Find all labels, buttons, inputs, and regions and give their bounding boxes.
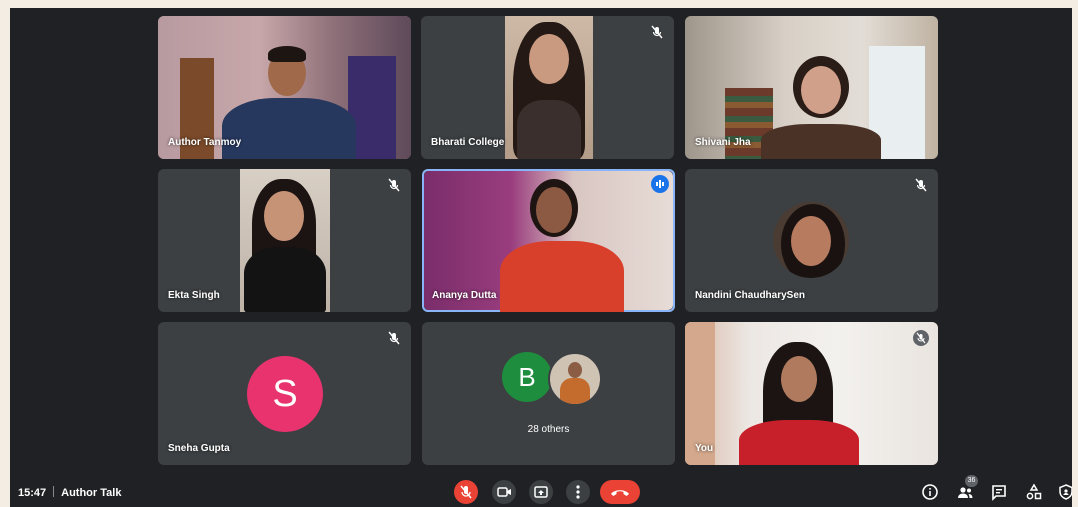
participant-name: Nandini ChaudharySen [695, 290, 806, 301]
participant-name: Ananya Dutta [432, 290, 497, 301]
meeting-info: 15:47 Author Talk [18, 486, 121, 499]
speaking-indicator-icon [651, 175, 669, 193]
more-options-button[interactable] [566, 480, 590, 504]
participant-tile-you[interactable]: You [685, 322, 938, 465]
person-head [791, 216, 831, 266]
mic-off-icon [913, 330, 929, 346]
person-body [222, 98, 356, 159]
video-feed [240, 169, 330, 312]
participant-name: Sneha Gupta [168, 443, 230, 454]
present-icon [529, 480, 553, 504]
person-body [739, 420, 859, 465]
meeting-title: Author Talk [61, 487, 122, 499]
mic-off-icon [649, 24, 665, 40]
video-feed [505, 16, 593, 159]
mic-off-icon [913, 177, 929, 193]
person-head [568, 362, 582, 378]
avatar-initial: S [247, 356, 323, 432]
meeting-time: 15:47 [18, 487, 47, 499]
participant-avatar-photo [773, 202, 849, 278]
participant-name: Bharati College [431, 137, 505, 148]
participant-tile-ananya-dutta[interactable]: Ananya Dutta [422, 169, 675, 312]
person-body [517, 100, 581, 159]
info-icon[interactable] [920, 482, 940, 502]
mic-off-icon [454, 480, 478, 504]
mic-off-icon [386, 177, 402, 193]
camera-toggle-button[interactable] [492, 480, 516, 504]
avatar-initial: B [502, 352, 552, 402]
mic-off-icon [386, 330, 402, 346]
mic-toggle-button[interactable] [454, 480, 478, 504]
divider [53, 486, 55, 497]
present-button[interactable] [529, 480, 553, 504]
person-head [781, 356, 817, 402]
participant-tile-ekta-singh[interactable]: Ekta Singh [158, 169, 411, 312]
camera-icon [492, 480, 516, 504]
activities-icon[interactable] [1024, 482, 1044, 502]
participant-tile-bharati-college[interactable]: Bharati College [421, 16, 674, 159]
host-controls-icon[interactable] [1056, 482, 1072, 502]
participant-tile-sneha-gupta[interactable]: S Sneha Gupta [158, 322, 411, 465]
person-body [244, 247, 326, 312]
person-head [801, 66, 841, 114]
participant-tile-author-tanmoy[interactable]: Author Tanmoy [158, 16, 411, 159]
end-call-icon [600, 480, 640, 504]
participant-tile-others[interactable]: B 28 others [422, 322, 675, 465]
person-body [500, 241, 624, 312]
others-count-label: 28 others [527, 424, 570, 435]
person-body [560, 378, 590, 404]
meeting-window: Author Tanmoy Bharati College Shivani Jh… [10, 8, 1072, 507]
person-head [536, 187, 572, 233]
end-call-button[interactable] [600, 480, 640, 504]
person-head [264, 191, 304, 241]
participant-name: Shivani Jha [695, 137, 751, 148]
participant-tile-nandini-chaudharysen[interactable]: Nandini ChaudharySen [685, 169, 938, 312]
people-count-badge: 36 [965, 475, 978, 487]
participant-avatar-photo [548, 352, 602, 406]
more-options-icon [566, 480, 590, 504]
participant-name: Ekta Singh [168, 290, 220, 301]
participant-name: You [695, 443, 714, 454]
person-hair [268, 46, 306, 62]
participant-tile-shivani-jha[interactable]: Shivani Jha [685, 16, 938, 159]
person-body [761, 124, 881, 159]
participant-name: Author Tanmoy [168, 137, 242, 148]
chat-icon[interactable] [989, 482, 1009, 502]
person-head [529, 34, 569, 84]
